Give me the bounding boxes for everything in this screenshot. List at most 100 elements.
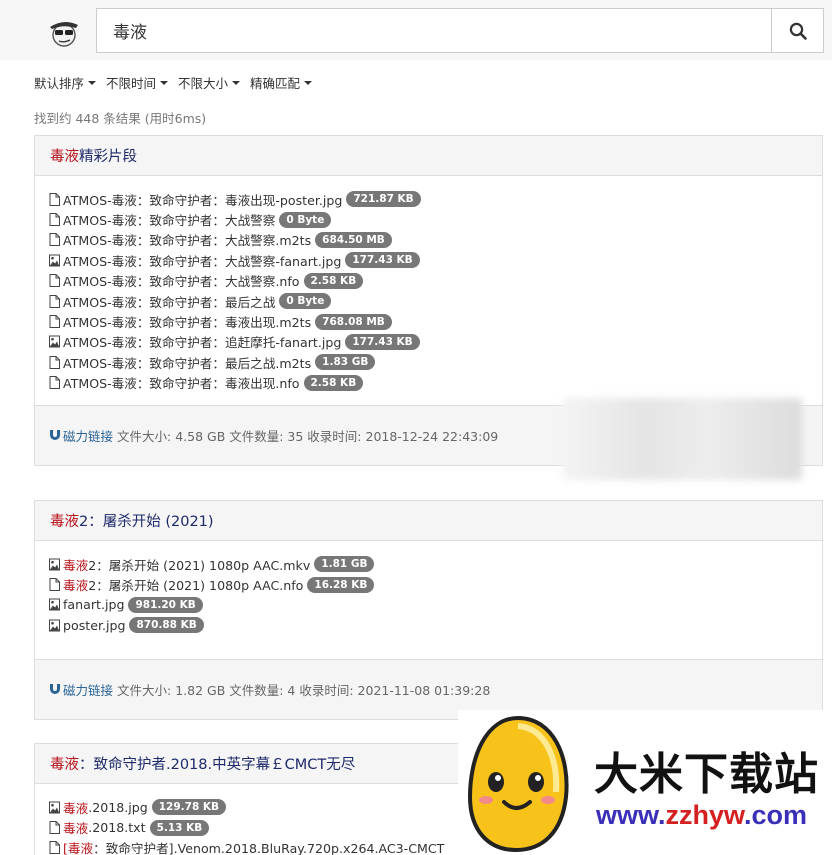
watermark-url: www.zzhyw.com — [596, 800, 807, 831]
size-badge: 0 Byte — [279, 211, 332, 228]
caret-down-icon — [160, 80, 169, 85]
file-row: ATMOS-毒液：致命守护者：大战警察 0 Byte — [49, 209, 808, 229]
file-name: ATMOS-毒液：致命守护者：追赶摩托-fanart.jpg — [63, 335, 342, 351]
time-filter[interactable]: 不限时间 — [106, 73, 169, 92]
file-icon — [49, 821, 60, 835]
title-highlight: 毒液 — [50, 514, 79, 530]
magnet-icon — [50, 430, 60, 441]
search-icon — [789, 22, 807, 40]
image-icon — [49, 598, 60, 611]
file-row: ATMOS-毒液：致命守护者：最后之战.m2ts 1.83 GB — [49, 352, 808, 372]
file-row: ATMOS-毒液：致命守护者：最后之战 0 Byte — [49, 291, 808, 311]
filter-bar: 默认排序 不限时间 不限大小 精确匹配 — [34, 73, 313, 92]
title-text: 2：屠杀开始 (2021) — [79, 514, 214, 530]
magnet-icon — [50, 684, 60, 695]
result-title[interactable]: 毒液 2：屠杀开始 (2021) — [35, 501, 822, 541]
file-icon — [49, 192, 60, 206]
file-row: 毒液 2：屠杀开始 (2021) 1080p AAC.nfo 16.28 KB — [49, 574, 808, 594]
size-badge: 177.43 KB — [345, 333, 420, 350]
result-meta: 文件大小: 1.82 GB 文件数量: 4 收录时间: 2021-11-08 0… — [117, 682, 491, 698]
file-icon — [49, 315, 60, 329]
size-filter[interactable]: 不限大小 — [178, 73, 241, 92]
file-icon — [49, 294, 60, 308]
caret-down-icon — [232, 80, 241, 85]
sort-filter[interactable]: 默认排序 — [34, 73, 97, 92]
size-badge: 1.81 GB — [314, 556, 375, 573]
size-badge: 684.50 MB — [315, 231, 392, 248]
caret-down-icon — [88, 80, 97, 85]
file-icon — [49, 841, 60, 855]
watermark-url-b: zzhyw — [665, 800, 745, 830]
image-icon — [49, 801, 60, 814]
file-name-highlight: 毒液 — [63, 557, 89, 573]
search-button[interactable] — [771, 9, 823, 52]
size-badge: 2.58 KB — [303, 272, 364, 289]
file-name: ATMOS-毒液：致命守护者：毒液出现.m2ts — [63, 315, 312, 331]
watermark-url-a: www. — [596, 800, 666, 830]
magnet-label: 磁力链接 — [63, 682, 114, 698]
result-title[interactable]: 毒液 精彩片段 — [35, 136, 822, 176]
file-list: ATMOS-毒液：致命守护者：毒液出现-poster.jpg 721.87 KB … — [35, 176, 822, 405]
image-icon — [49, 619, 60, 632]
title-text: ：致命守护者.2018.中英字幕￡CMCT无尽 — [79, 757, 356, 773]
size-badge: 721.87 KB — [346, 191, 421, 208]
size-badge: 1.83 GB — [315, 354, 376, 371]
filter-label: 默认排序 — [34, 76, 85, 91]
match-filter[interactable]: 精确匹配 — [250, 73, 313, 92]
filter-label: 不限大小 — [178, 76, 229, 91]
file-row: ATMOS-毒液：致命守护者：大战警察-fanart.jpg 177.43 KB — [49, 250, 808, 270]
size-badge: 870.88 KB — [129, 617, 204, 634]
file-row: fanart.jpg 981.20 KB — [49, 595, 808, 615]
size-badge: 5.13 KB — [149, 819, 210, 836]
file-name: ATMOS-毒液：致命守护者：最后之战.m2ts — [63, 355, 312, 371]
result-card: 毒液 2：屠杀开始 (2021) 毒液 2：屠杀开始 (2021) 1080p AA… — [34, 500, 823, 720]
file-name: .2018.jpg — [88, 799, 148, 815]
title-highlight: 毒液 — [50, 757, 79, 773]
file-name-highlight: 毒液 — [63, 800, 89, 816]
size-badge: 129.78 KB — [151, 799, 227, 816]
logo-icon[interactable] — [46, 13, 82, 49]
mascot-logo-icon — [467, 715, 569, 853]
file-icon — [49, 233, 60, 247]
result-meta: 文件大小: 4.58 GB 文件数量: 35 收录时间: 2018-12-24 … — [117, 428, 499, 444]
size-badge: 16.28 KB — [307, 576, 375, 593]
file-name: ATMOS-毒液：致命守护者：大战警察 — [63, 213, 276, 229]
file-name: fanart.jpg — [63, 597, 125, 613]
file-row: 毒液 2：屠杀开始 (2021) 1080p AAC.mkv 1.81 GB — [49, 554, 808, 574]
magnet-link[interactable]: 磁力链接 — [49, 680, 113, 699]
watermark-title: 大米下载站 — [594, 749, 819, 800]
title-text: 精彩片段 — [79, 149, 137, 165]
filter-label: 不限时间 — [106, 76, 157, 91]
file-name: 2：屠杀开始 (2021) 1080p AAC.mkv — [88, 557, 311, 573]
file-row: ATMOS-毒液：致命守护者：大战警察.m2ts 684.50 MB — [49, 230, 808, 250]
file-name-highlight: [毒液 — [63, 841, 94, 855]
file-icon — [49, 578, 60, 592]
file-row: ATMOS-毒液：致命守护者：毒液出现.m2ts 768.08 MB — [49, 311, 808, 331]
size-badge: 768.08 MB — [315, 313, 392, 330]
size-badge: 2.58 KB — [303, 374, 364, 391]
file-name: poster.jpg — [63, 617, 126, 633]
search-bar — [96, 8, 824, 53]
caret-down-icon — [304, 80, 313, 85]
file-name: ATMOS-毒液：致命守护者：大战警察.nfo — [63, 274, 300, 290]
file-row: ATMOS-毒液：致命守护者：毒液出现-poster.jpg 721.87 KB — [49, 189, 808, 209]
image-icon — [49, 254, 60, 267]
magnet-label: 磁力链接 — [63, 428, 114, 444]
file-name: ATMOS-毒液：致命守护者：大战警察-fanart.jpg — [63, 253, 342, 269]
file-name: ATMOS-毒液：致命守护者：最后之战 — [63, 294, 276, 310]
file-icon — [49, 274, 60, 288]
file-row: ATMOS-毒液：致命守护者：追赶摩托-fanart.jpg 177.43 KB — [49, 332, 808, 352]
top-bar — [0, 0, 832, 60]
magnet-link[interactable]: 磁力链接 — [49, 426, 113, 445]
title-highlight: 毒液 — [50, 149, 79, 165]
file-row: ATMOS-毒液：致命守护者：毒液出现.nfo 2.58 KB — [49, 373, 808, 393]
result-count: 找到约 448 条结果 (用时6ms) — [34, 111, 207, 126]
size-badge: 0 Byte — [279, 293, 332, 310]
file-name-highlight: 毒液 — [63, 821, 89, 837]
search-input[interactable] — [97, 9, 771, 52]
file-icon — [49, 213, 60, 227]
image-icon — [49, 335, 60, 348]
size-badge: 177.43 KB — [345, 252, 420, 269]
file-row: poster.jpg 870.88 KB — [49, 615, 808, 635]
file-icon — [49, 355, 60, 369]
